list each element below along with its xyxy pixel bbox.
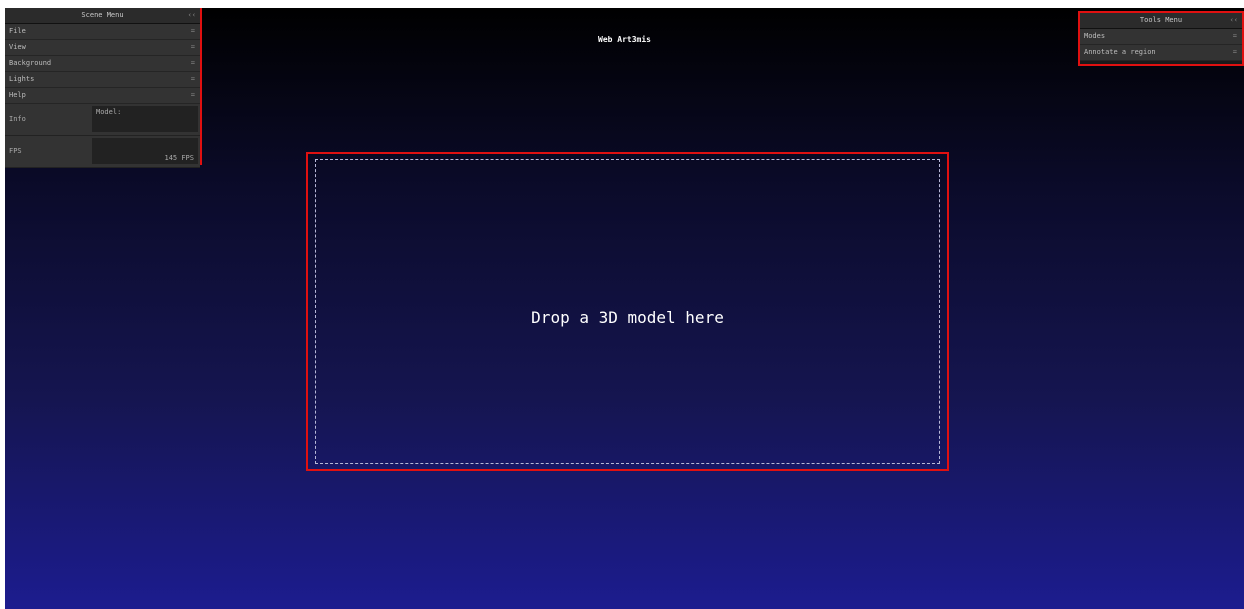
hamburger-icon: = <box>1232 48 1237 56</box>
model-dropzone[interactable]: Drop a 3D model here <box>306 152 949 471</box>
menu-item-label: View <box>9 43 26 51</box>
scene-menu-panel: Scene Menu ‹‹ File = View = Background =… <box>5 8 202 168</box>
scene-menu-title: Scene Menu <box>81 11 124 19</box>
hamburger-icon: = <box>190 27 195 35</box>
menu-item-label: Lights <box>9 75 35 83</box>
dropzone-dashed-border: Drop a 3D model here <box>315 159 940 464</box>
collapse-icon[interactable]: ‹‹ <box>1230 13 1238 28</box>
collapse-icon[interactable]: ‹‹ <box>188 8 196 23</box>
info-row: Info Model: <box>5 104 200 136</box>
menu-item-label: Annotate a region <box>1084 48 1156 56</box>
menu-item-file[interactable]: File = <box>5 24 200 40</box>
fps-label: FPS <box>9 147 22 155</box>
info-label: Info <box>9 115 26 123</box>
scene-menu-header[interactable]: Scene Menu ‹‹ <box>5 8 200 24</box>
menu-item-label: Modes <box>1084 32 1106 40</box>
3d-viewport[interactable]: Web Art3mis Scene Menu ‹‹ File = View = … <box>5 8 1244 609</box>
menu-item-label: File <box>9 27 26 35</box>
menu-item-modes[interactable]: Modes = <box>1080 29 1242 45</box>
tools-menu-header[interactable]: Tools Menu ‹‹ <box>1080 13 1242 29</box>
hamburger-icon: = <box>190 59 195 67</box>
menu-item-lights[interactable]: Lights = <box>5 72 200 88</box>
menu-item-help[interactable]: Help = <box>5 88 200 104</box>
info-value: Model: <box>92 106 198 132</box>
menu-item-view[interactable]: View = <box>5 40 200 56</box>
dropzone-text: Drop a 3D model here <box>531 308 724 327</box>
tools-menu-panel: Tools Menu ‹‹ Modes = Annotate a region … <box>1078 11 1244 66</box>
fps-row: FPS 145 FPS <box>5 136 200 168</box>
fps-value: 145 FPS <box>92 138 198 164</box>
hamburger-icon: = <box>1232 32 1237 40</box>
menu-item-label: Background <box>9 59 52 67</box>
hamburger-icon: = <box>190 75 195 83</box>
menu-item-background[interactable]: Background = <box>5 56 200 72</box>
hamburger-icon: = <box>190 43 195 51</box>
menu-item-label: Help <box>9 91 26 99</box>
menu-item-annotate-region[interactable]: Annotate a region = <box>1080 45 1242 61</box>
hamburger-icon: = <box>190 91 195 99</box>
tools-menu-title: Tools Menu <box>1139 16 1183 24</box>
